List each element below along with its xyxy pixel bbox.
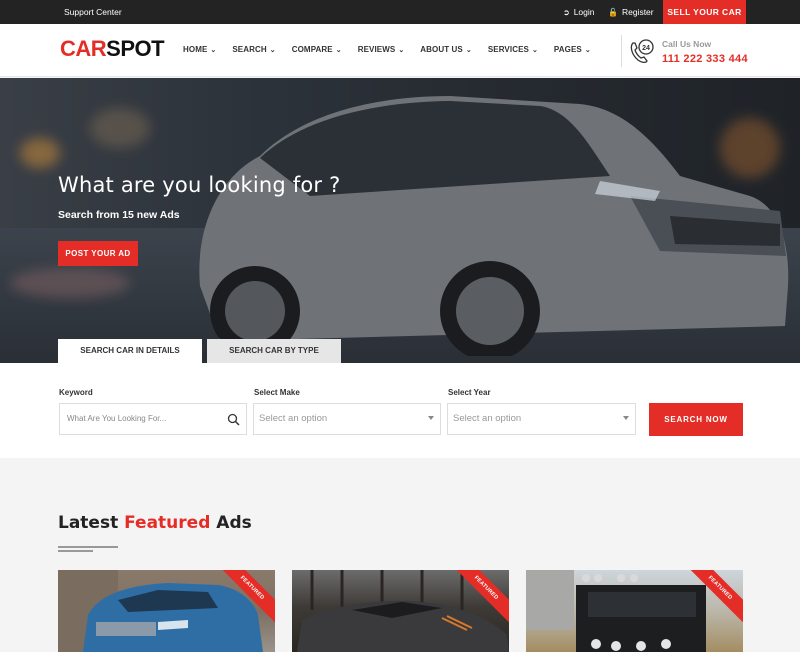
chevron-down-icon: ⌄ <box>465 46 472 54</box>
make-label: Select Make <box>254 388 300 397</box>
nav-label: SERVICES <box>487 45 529 54</box>
title-underline <box>58 550 93 552</box>
featured-ad-card[interactable]: FEATURED <box>58 570 275 652</box>
nav-label: ABOUT US <box>420 45 463 54</box>
nav-label: HOME <box>183 45 208 54</box>
search-now-button[interactable]: SEARCH NOW <box>649 403 743 436</box>
call-number[interactable]: 111 222 333 444 <box>662 53 748 65</box>
login-label: Login <box>573 7 595 17</box>
nav-compare[interactable]: COMPARE ⌄ <box>292 45 342 54</box>
header-divider <box>621 35 622 67</box>
logo-spot: SPOT <box>106 36 165 61</box>
chevron-down-icon: ⌄ <box>335 46 342 54</box>
make-select[interactable]: Select an option <box>253 403 441 435</box>
tab-search-in-details[interactable]: SEARCH CAR IN DETAILS <box>58 339 202 363</box>
nav-home[interactable]: HOME ⌄ <box>183 45 216 54</box>
nav-pages[interactable]: PAGES ⌄ <box>554 45 591 54</box>
search-panel: Keyword What Are You Looking For... Sele… <box>0 363 800 458</box>
hero-title: What are you looking for ? <box>58 173 341 197</box>
nav-label: REVIEWS <box>357 45 396 54</box>
chevron-down-icon: ⌄ <box>398 46 405 54</box>
logo-car: CAR <box>60 36 107 61</box>
main-nav: HOME ⌄ SEARCH ⌄ COMPARE ⌄ REVIEWS ⌄ ABOUT US… <box>183 45 607 54</box>
chevron-down-icon: ⌄ <box>210 46 217 54</box>
support-center-link[interactable]: Support Center <box>64 7 122 17</box>
sell-your-car-button[interactable]: SELL YOUR CAR <box>663 0 746 24</box>
main-header: CARSPOT HOME ⌄ SEARCH ⌄ COMPARE ⌄ REVIEWS ⌄ … <box>0 24 800 77</box>
title-part: Ads <box>210 513 252 533</box>
nav-about-us[interactable]: ABOUT US ⌄ <box>420 45 472 54</box>
make-select-value: Select an option <box>259 413 328 424</box>
year-select[interactable]: Select an option <box>447 403 636 435</box>
featured-ad-card[interactable]: FEATURED <box>292 570 509 652</box>
nav-label: PAGES <box>553 45 582 54</box>
caret-down-icon <box>428 416 434 420</box>
nav-reviews[interactable]: REVIEWS ⌄ <box>358 45 405 54</box>
post-your-ad-button[interactable]: POST YOUR AD <box>58 241 138 266</box>
nav-label: SEARCH <box>232 45 267 54</box>
logo[interactable]: CARSPOT <box>60 36 165 62</box>
title-part: Latest <box>58 513 125 533</box>
hero-car-image <box>199 96 789 356</box>
caret-down-icon <box>623 416 629 420</box>
featured-ad-card[interactable]: FEATURED <box>526 570 743 652</box>
keyword-input[interactable]: What Are You Looking For... <box>59 403 247 435</box>
phone-24-icon: 24 <box>630 39 654 64</box>
unlock-icon: 🔓 <box>608 8 618 17</box>
chevron-down-icon: ⌄ <box>269 46 276 54</box>
chevron-down-icon: ⌄ <box>584 46 591 54</box>
login-link[interactable]: ➲ Login <box>563 7 595 17</box>
chevron-down-icon: ⌄ <box>531 46 538 54</box>
title-highlight: Featured <box>124 513 211 533</box>
year-select-value: Select an option <box>453 413 522 424</box>
register-label: Register <box>621 7 654 17</box>
top-bar: Support Center ➲ Login 🔓 Register SELL YOU… <box>0 0 800 24</box>
hero-subtitle: Search from 15 new Ads <box>58 209 180 221</box>
hero-banner: What are you looking for ? Search from 1… <box>0 78 800 363</box>
nav-label: COMPARE <box>291 45 333 54</box>
nav-search[interactable]: SEARCH ⌄ <box>232 45 275 54</box>
tab-search-by-type[interactable]: SEARCH CAR BY TYPE <box>207 339 341 363</box>
nav-services[interactable]: SERVICES ⌄ <box>488 45 538 54</box>
keyword-placeholder: What Are You Looking For... <box>67 414 167 423</box>
featured-section-title: Latest Featured Ads <box>58 513 252 533</box>
svg-text:24: 24 <box>642 45 650 52</box>
year-label: Select Year <box>448 388 491 397</box>
search-icon <box>227 413 240 426</box>
call-us-label: Call Us Now <box>662 39 712 49</box>
title-underline <box>58 546 118 548</box>
keyword-label: Keyword <box>59 388 93 397</box>
register-link[interactable]: 🔓 Register <box>608 7 654 17</box>
login-icon: ➲ <box>563 8 570 17</box>
